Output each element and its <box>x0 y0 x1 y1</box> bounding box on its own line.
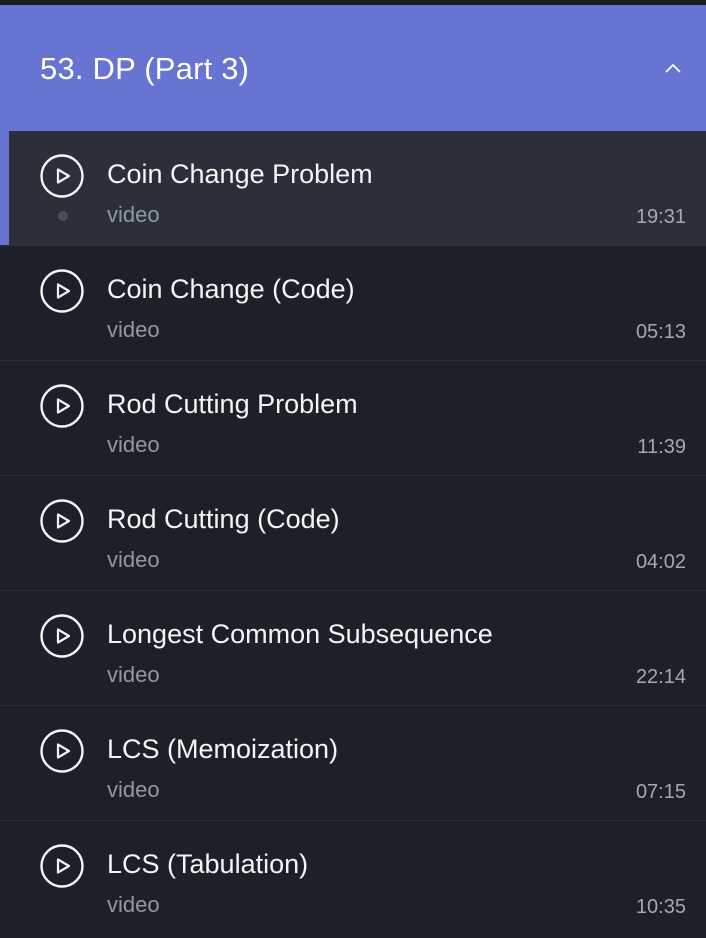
lecture-item-longest-common-subsequence[interactable]: Longest Common Subsequence video 22:14 <box>0 591 706 706</box>
chevron-up-icon[interactable] <box>662 57 684 79</box>
lecture-duration: 07:15 <box>635 781 686 803</box>
lecture-type: video <box>107 432 160 457</box>
lecture-duration: 22:14 <box>635 666 686 688</box>
lecture-title: LCS (Tabulation) <box>107 849 309 879</box>
lecture-type: video <box>107 777 160 802</box>
lecture-title: Rod Cutting (Code) <box>107 504 340 534</box>
lecture-title: Coin Change Problem <box>107 159 373 189</box>
play-circle-icon[interactable] <box>40 729 84 773</box>
lecture-type: video <box>107 202 160 227</box>
section-header[interactable]: 53. DP (Part 3) <box>0 5 706 131</box>
lecture-item-lcs-memoization[interactable]: LCS (Memoization) video 07:15 <box>0 706 706 821</box>
lecture-duration: 04:02 <box>635 551 686 573</box>
play-circle-icon[interactable] <box>40 844 84 888</box>
lecture-list: Coin Change Problem video 19:31 Coin Cha… <box>0 131 706 936</box>
play-circle-icon[interactable] <box>40 499 84 543</box>
lecture-item-rod-cutting-problem[interactable]: Rod Cutting Problem video 11:39 <box>0 361 706 476</box>
lecture-duration: 11:39 <box>637 436 686 458</box>
lecture-item-rod-cutting-code[interactable]: Rod Cutting (Code) video 04:02 <box>0 476 706 591</box>
lecture-type: video <box>107 892 160 917</box>
play-circle-icon[interactable] <box>40 154 84 198</box>
lecture-title: LCS (Memoization) <box>107 734 339 764</box>
lecture-title: Coin Change (Code) <box>107 274 355 304</box>
lecture-duration: 05:13 <box>635 321 686 343</box>
play-circle-icon[interactable] <box>40 269 84 313</box>
section-title: 53. DP (Part 3) <box>40 50 250 86</box>
lecture-duration: 10:35 <box>635 896 686 918</box>
lecture-item-coin-change-problem[interactable]: Coin Change Problem video 19:31 <box>0 131 706 246</box>
lecture-title: Longest Common Subsequence <box>107 619 493 649</box>
play-circle-icon[interactable] <box>40 384 84 428</box>
lecture-type: video <box>107 317 160 342</box>
lecture-item-lcs-tabulation[interactable]: LCS (Tabulation) video 10:35 <box>0 821 706 936</box>
lecture-title: Rod Cutting Problem <box>107 389 358 419</box>
lecture-item-coin-change-code[interactable]: Coin Change (Code) video 05:13 <box>0 246 706 361</box>
active-indicator <box>0 131 9 245</box>
play-circle-icon[interactable] <box>40 614 84 658</box>
lecture-type: video <box>107 662 160 687</box>
lecture-duration: 19:31 <box>635 206 686 228</box>
lecture-type: video <box>107 547 160 572</box>
progress-dot <box>58 211 68 221</box>
